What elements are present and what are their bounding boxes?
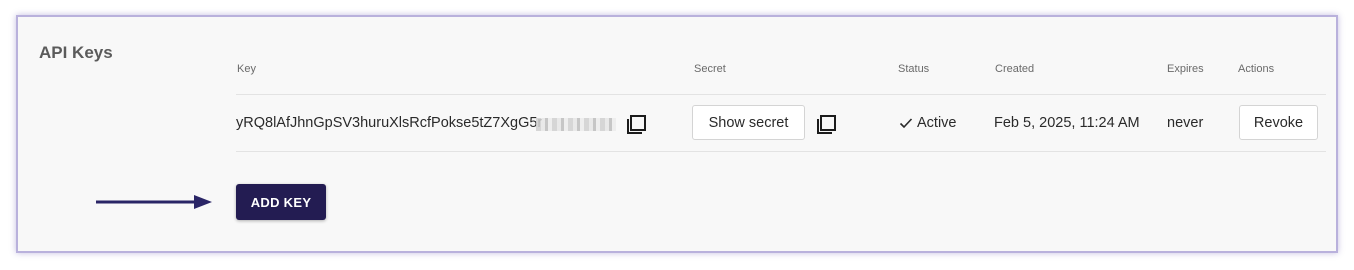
header-actions: Actions	[1238, 63, 1275, 75]
copy-key-icon[interactable]	[624, 113, 648, 137]
key-value: yRQ8lAfJhnGpSV3huruXlsRcfPokse5tZ7XgG5r	[236, 115, 543, 131]
add-key-button[interactable]: ADD KEY	[236, 184, 326, 220]
row-divider	[236, 151, 1326, 152]
api-keys-panel: API Keys Key Secret Status Created Expir…	[16, 15, 1338, 253]
header-created: Created	[995, 63, 1035, 75]
key-redacted-blur	[536, 118, 616, 131]
created-date: Feb 5, 2025, 11:24 AM	[994, 115, 1140, 131]
status-badge: Active	[917, 115, 957, 131]
revoke-button[interactable]: Revoke	[1239, 105, 1318, 140]
section-title: API Keys	[39, 43, 113, 62]
arrow-right-icon	[96, 195, 212, 209]
expires-value: never	[1167, 115, 1204, 131]
header-secret: Secret	[694, 63, 726, 75]
header-expires: Expires	[1167, 63, 1204, 75]
header-divider	[236, 94, 1326, 95]
show-secret-button[interactable]: Show secret	[692, 105, 805, 140]
header-key: Key	[237, 63, 256, 75]
header-status: Status	[898, 63, 930, 75]
check-icon	[899, 118, 913, 129]
copy-secret-icon[interactable]	[814, 113, 838, 137]
